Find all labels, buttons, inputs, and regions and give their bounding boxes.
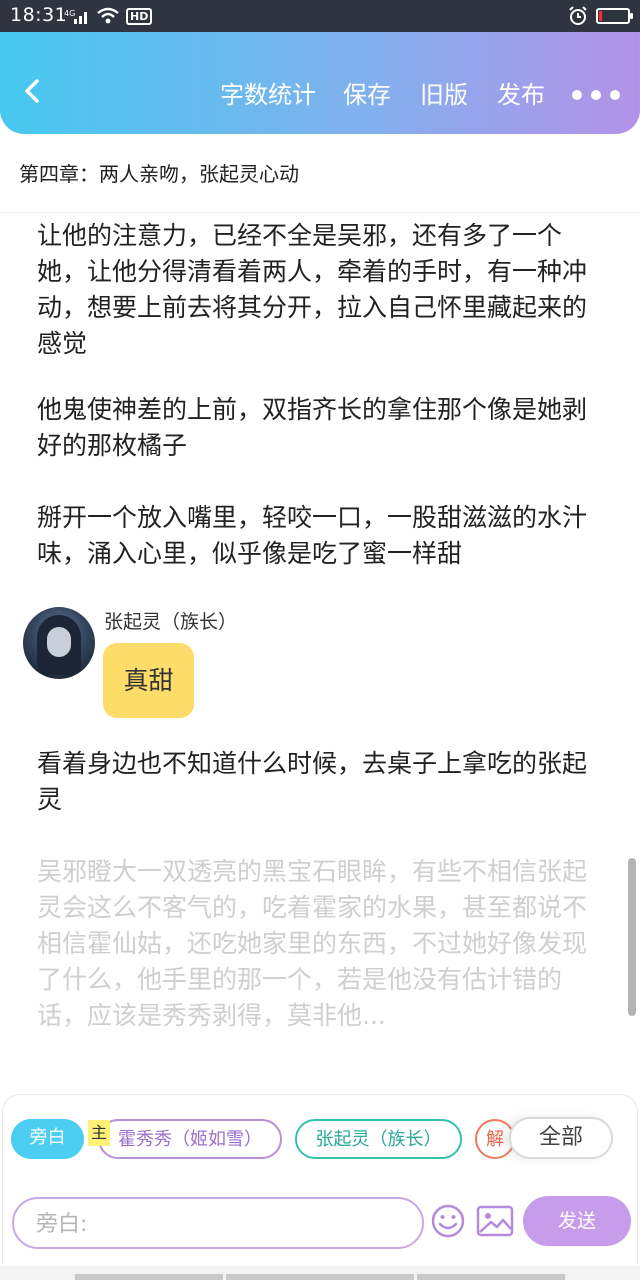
story-paragraph[interactable]: 让他的注意力，已经不全是吴邪，还有多了一个她，让他分得清看着两人，牵着的手时，有…: [37, 218, 603, 362]
character-avatar[interactable]: [23, 607, 95, 679]
status-bar: 18:31 4G HD: [0, 0, 640, 32]
chapter-title[interactable]: 第四章：两人亲吻，张起灵心动: [19, 158, 299, 187]
send-button[interactable]: 发送: [523, 1196, 631, 1246]
message-input[interactable]: [36, 1207, 406, 1241]
publish-button[interactable]: 发布: [497, 80, 545, 110]
message-input-box[interactable]: [12, 1197, 424, 1249]
story-paragraph[interactable]: 他鬼使神差的上前，双指齐长的拿住那个像是她剥好的那枚橘子: [37, 392, 603, 464]
story-paragraph[interactable]: 看着身边也不知道什么时候，去桌子上拿吃的张起灵: [37, 746, 603, 818]
dialog-bubble[interactable]: 真甜: [103, 643, 194, 718]
avatar-face: [47, 627, 71, 657]
nav-segment: [75, 1274, 223, 1280]
status-signal-group: 4G HD: [64, 6, 153, 26]
nav-segment: [417, 1274, 565, 1280]
status-time: 18:31: [10, 4, 68, 26]
image-icon[interactable]: [476, 1205, 514, 1237]
character-chip-huo-xiuxiu[interactable]: 霍秀秀（姬如雪）: [98, 1119, 282, 1159]
word-count-button[interactable]: 字数统计: [220, 80, 316, 110]
save-button[interactable]: 保存: [343, 80, 391, 110]
all-characters-button[interactable]: 全部: [509, 1117, 613, 1159]
nav-segment: [226, 1274, 414, 1280]
more-horizontal-icon[interactable]: [572, 90, 620, 100]
battery-level: [599, 11, 602, 21]
chevron-left-icon: [25, 79, 39, 103]
old-version-button[interactable]: 旧版: [420, 80, 468, 110]
system-nav-bar: [0, 1266, 640, 1280]
hd-icon: HD: [126, 7, 153, 25]
divider: [0, 212, 640, 213]
status-right-group: [568, 5, 633, 27]
editor-header: 字数统计 保存 旧版 发布: [0, 32, 640, 134]
faded-paragraph[interactable]: 吴邪瞪大一双透亮的黑宝石眼眸，有些不相信张起灵会这么不客气的，吃着霍家的水果，甚…: [37, 854, 603, 1034]
battery-icon: [596, 8, 633, 24]
signal-icon: 4G: [64, 9, 87, 24]
narration-chip[interactable]: 旁白: [11, 1119, 84, 1159]
back-button[interactable]: [18, 76, 48, 106]
signal-4g-label: 4G: [64, 9, 75, 18]
composer-panel: 旁白 霍秀秀（姬如雪） 主 张起灵（族长） 解 全部 发送: [2, 1094, 638, 1264]
scrollbar[interactable]: [628, 858, 636, 1016]
smile-icon[interactable]: [430, 1203, 466, 1239]
dialog-speaker-name: 张起灵（族长）: [104, 611, 238, 633]
main-character-tag: 主: [88, 1120, 110, 1146]
alarm-icon: [569, 6, 587, 25]
wifi-icon: [97, 7, 119, 24]
story-paragraph[interactable]: 掰开一个放入嘴里，轻咬一口，一股甜滋滋的水汁味，涌入心里，似乎像是吃了蜜一样甜: [37, 500, 603, 572]
character-chip-zhang-qiling[interactable]: 张起灵（族长）: [295, 1119, 462, 1159]
